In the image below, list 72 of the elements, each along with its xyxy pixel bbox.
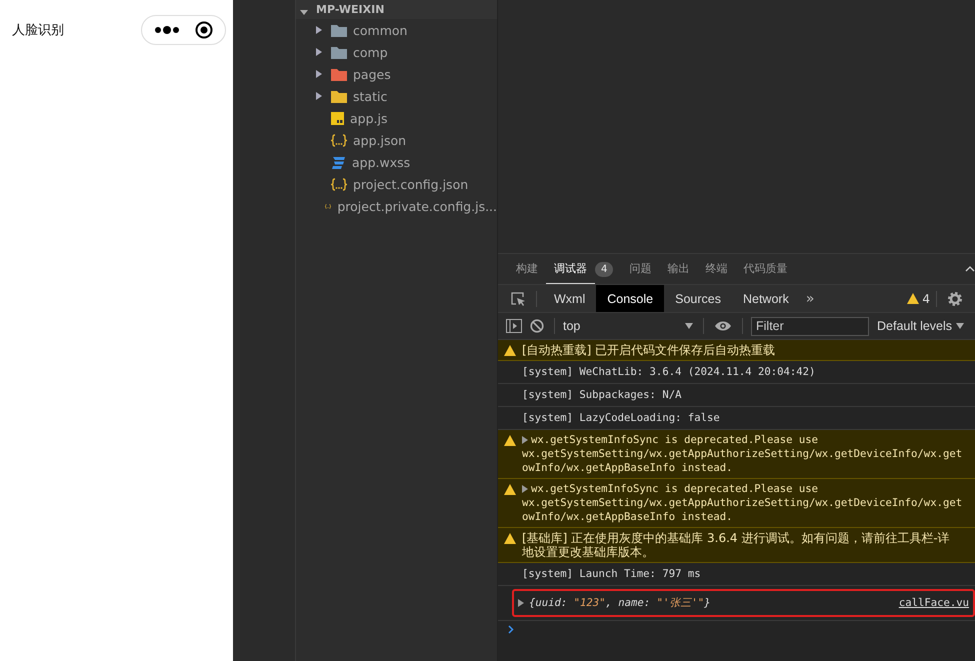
panel-tab[interactable]: 构建 bbox=[508, 254, 546, 284]
file-name[interactable]: app.wxss bbox=[352, 154, 410, 170]
message-text: wx.getSystemInfoSync is deprecated.Please use bbox=[531, 482, 818, 496]
expand-icon[interactable] bbox=[522, 436, 528, 444]
message-text: owInfo/wx.getAppBaseInfo instead. bbox=[522, 510, 732, 524]
message-text: wx.getSystemInfoSync is deprecated.Please use bbox=[531, 433, 818, 447]
braces-icon bbox=[331, 178, 347, 190]
expand-icon[interactable] bbox=[300, 8, 308, 16]
filter-field[interactable]: Filter bbox=[751, 316, 869, 336]
devtools-tab[interactable]: Network bbox=[732, 285, 800, 312]
file-name[interactable]: app.js bbox=[350, 110, 388, 126]
file-name[interactable]: common bbox=[353, 22, 408, 38]
message-text: [system] WeChatLib: 3.6.4 (2024.11.4 20:04:42) bbox=[522, 365, 816, 379]
levels-dropdown[interactable]: Default levels bbox=[877, 319, 964, 333]
collapsed-icon[interactable] bbox=[316, 70, 322, 78]
devtools-tab[interactable]: Wxml bbox=[543, 285, 596, 312]
warning-icon bbox=[504, 435, 516, 446]
message-text: 地设置更改基础库版本。 bbox=[522, 545, 654, 559]
file-name[interactable]: project.private.config.js... bbox=[337, 198, 497, 214]
file-name[interactable]: project.config.json bbox=[353, 176, 468, 192]
collapsed-icon[interactable] bbox=[316, 92, 322, 100]
file-name[interactable]: pages bbox=[353, 66, 391, 82]
folder-icon bbox=[331, 68, 347, 80]
panel-tab[interactable]: 输出 bbox=[659, 254, 698, 284]
folder-icon bbox=[331, 90, 347, 102]
panel-tab[interactable]: 终端 bbox=[697, 254, 736, 284]
collapsed-icon[interactable] bbox=[316, 48, 322, 56]
message-text: [system] Launch Time: 797 ms bbox=[522, 567, 701, 581]
warning-icon bbox=[907, 293, 920, 304]
collapsed-icon[interactable] bbox=[316, 26, 322, 34]
collapse-icon[interactable] bbox=[965, 266, 975, 272]
message-text: wx.getSystemSetting/wx.getAppAuthorizeSetting/wx.getDeviceInfo/wx.get bbox=[522, 496, 962, 510]
settings-icon[interactable] bbox=[947, 290, 963, 306]
message-text: [自动热重载] 已开启代码文件保存后自动热重载 bbox=[522, 343, 776, 357]
context-dropdown[interactable]: top bbox=[561, 319, 697, 333]
panel-tab[interactable]: 代码质量 bbox=[735, 254, 796, 284]
inspect-icon[interactable] bbox=[510, 290, 526, 306]
warning-icon bbox=[504, 533, 516, 544]
js-file-icon bbox=[331, 112, 344, 124]
folder-icon bbox=[331, 46, 347, 58]
message-text: [system] LazyCodeLoading: false bbox=[522, 411, 720, 425]
more-tabs[interactable]: » bbox=[806, 290, 814, 306]
devtools-tab[interactable]: Sources bbox=[664, 285, 732, 312]
devtools-tab[interactable]: Console bbox=[596, 285, 664, 312]
file-name[interactable]: comp bbox=[353, 44, 388, 60]
clear-icon[interactable] bbox=[530, 319, 544, 333]
caret-icon bbox=[956, 323, 964, 329]
caret-icon bbox=[685, 323, 693, 329]
source-link[interactable]: callFace.vu bbox=[898, 597, 969, 609]
message-text: [基础库] 正在使用灰度中的基础库 3.6.4 进行调试。如有问题，请前往工具栏-详 bbox=[522, 531, 950, 545]
panel-tab[interactable]: 问题 bbox=[621, 254, 660, 284]
more-icon[interactable] bbox=[154, 25, 180, 35]
file-name[interactable]: app.json bbox=[353, 132, 406, 148]
message-text: [system] Subpackages: N/A bbox=[522, 388, 682, 402]
message-text: owInfo/wx.getAppBaseInfo instead. bbox=[522, 461, 732, 475]
expand-icon[interactable] bbox=[518, 599, 524, 607]
page-title: 人脸识别 bbox=[12, 22, 64, 39]
warning-count[interactable]: 4 bbox=[922, 292, 930, 306]
css-file-icon bbox=[331, 156, 346, 168]
close-icon[interactable] bbox=[195, 21, 214, 39]
expand-icon[interactable] bbox=[522, 485, 528, 493]
sidebar-toggle-icon[interactable] bbox=[506, 319, 522, 333]
count-badge: 4 bbox=[595, 262, 614, 276]
warning-icon bbox=[504, 484, 516, 495]
object-preview[interactable]: {uuid: "123", name: "'张三'"} bbox=[529, 596, 710, 610]
file-name[interactable]: static bbox=[353, 88, 388, 104]
braces-icon bbox=[331, 134, 347, 146]
warning-icon bbox=[504, 345, 516, 356]
folder-icon bbox=[331, 24, 347, 36]
prompt-icon[interactable] bbox=[508, 625, 514, 634]
message-text: wx.getSystemSetting/wx.getAppAuthorizeSetting/wx.getDeviceInfo/wx.get bbox=[522, 447, 962, 461]
eye-icon[interactable] bbox=[714, 320, 732, 332]
